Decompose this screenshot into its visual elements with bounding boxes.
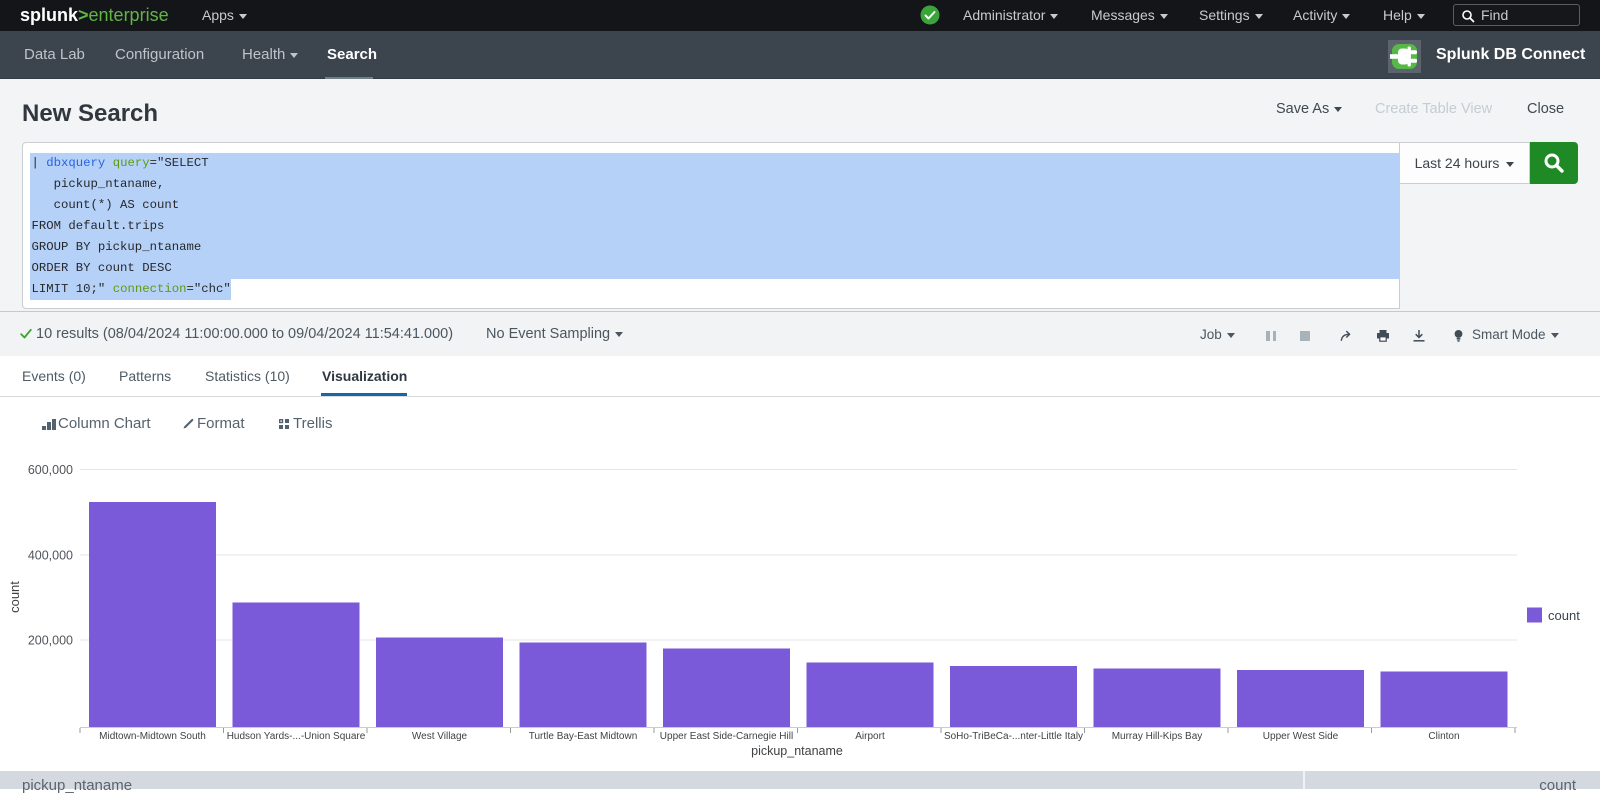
- svg-text:pickup_ntaname: pickup_ntaname: [751, 744, 843, 758]
- svg-text:Upper West Side: Upper West Side: [1263, 731, 1339, 742]
- svg-text:Airport: Airport: [855, 731, 885, 742]
- svg-text:Midtown-Midtown South: Midtown-Midtown South: [99, 731, 206, 742]
- svg-text:400,000: 400,000: [28, 549, 73, 563]
- svg-text:Hudson Yards-...-Union Square: Hudson Yards-...-Union Square: [227, 731, 366, 742]
- svg-text:Clinton: Clinton: [1428, 731, 1459, 742]
- svg-text:200,000: 200,000: [28, 634, 73, 648]
- svg-text:Turtle Bay-East Midtown: Turtle Bay-East Midtown: [529, 731, 638, 742]
- svg-text:Upper East Side-Carnegie Hill: Upper East Side-Carnegie Hill: [660, 731, 793, 742]
- svg-text:count: count: [1548, 608, 1580, 623]
- svg-text:West Village: West Village: [412, 731, 468, 742]
- svg-text:Murray Hill-Kips Bay: Murray Hill-Kips Bay: [1112, 731, 1203, 742]
- svg-text:count: count: [7, 581, 22, 613]
- svg-text:SoHo-TriBeCa-...nter-Little It: SoHo-TriBeCa-...nter-Little Italy: [944, 731, 1083, 742]
- svg-text:600,000: 600,000: [28, 463, 73, 477]
